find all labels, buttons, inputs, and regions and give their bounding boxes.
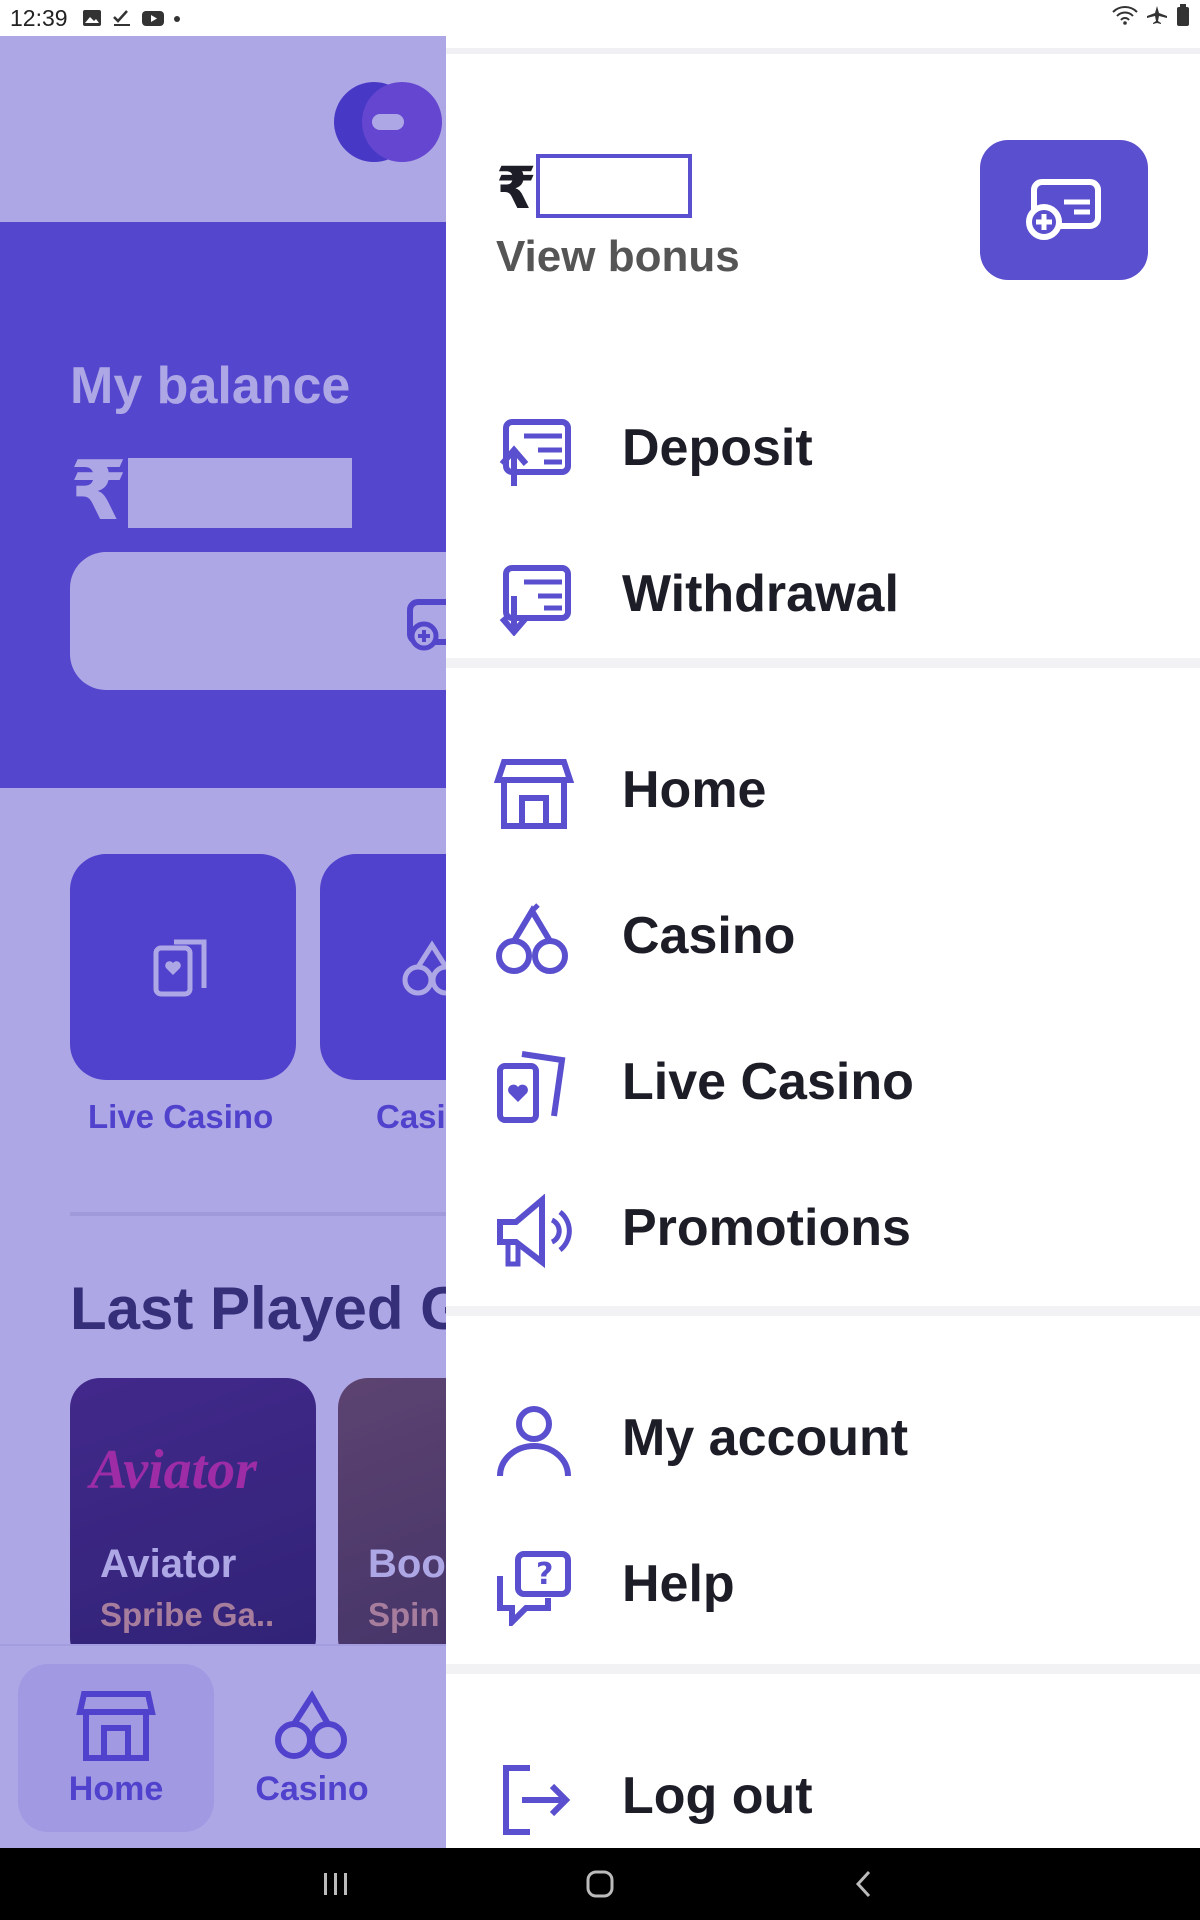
checkmark-icon [112, 8, 132, 28]
store-icon [494, 759, 574, 829]
menu-label-live-casino: Live Casino [622, 1053, 914, 1111]
deposit-icon [499, 419, 571, 486]
airplane-mode-icon [1146, 5, 1168, 31]
system-navigation-bar [0, 1848, 1200, 1920]
menu-label-log-out: Log out [622, 1767, 813, 1825]
menu-label-casino: Casino [622, 907, 796, 965]
menu-separator [446, 1664, 1200, 1674]
menu-home[interactable]: Home [446, 734, 1200, 854]
menu-live-casino[interactable]: Live Casino [446, 1026, 1200, 1146]
wifi-icon [1112, 5, 1138, 31]
recent-apps-icon[interactable] [306, 1862, 366, 1906]
withdrawal-icon [499, 565, 571, 636]
view-bonus-link[interactable]: View bonus [496, 232, 740, 282]
card-add-icon [1026, 179, 1101, 240]
back-icon[interactable] [834, 1862, 894, 1906]
menu-separator [446, 658, 1200, 668]
menu-label-help: Help [622, 1555, 735, 1613]
drawer-balance-amount-hidden [536, 154, 692, 218]
menu-separator [446, 1306, 1200, 1316]
navigation-drawer: ₹ View bonus Deposit Withdrawal Home Cas… [446, 36, 1200, 1848]
wallet-button[interactable] [980, 140, 1148, 280]
status-icons-right [1112, 4, 1190, 32]
drawer-currency-symbol: ₹ [496, 154, 537, 222]
menu-label-withdrawal: Withdrawal [622, 565, 899, 623]
svg-text:?: ? [536, 1557, 553, 1592]
dot-icon [172, 8, 192, 28]
cherries-icon [496, 903, 568, 974]
drawer-header: ₹ View bonus Deposit Withdrawal [446, 48, 1200, 658]
menu-casino[interactable]: Casino [446, 880, 1200, 1000]
help-chat-icon: ? [497, 1551, 571, 1626]
menu-label-promotions: Promotions [622, 1199, 911, 1257]
image-icon [82, 8, 102, 28]
menu-deposit[interactable]: Deposit [446, 392, 1200, 512]
menu-help[interactable]: ? Help [446, 1528, 1200, 1648]
menu-label-home: Home [622, 761, 767, 819]
youtube-icon [141, 8, 164, 28]
screen: 12:39 My balance ₹ Live Casino Casi Last… [0, 0, 1200, 1920]
logout-icon [503, 1765, 571, 1835]
menu-withdrawal[interactable]: Withdrawal [446, 538, 1200, 658]
status-bar: 12:39 [0, 0, 1200, 36]
megaphone-icon [497, 1194, 572, 1269]
menu-label-my-account: My account [622, 1409, 909, 1467]
menu-my-account[interactable]: My account [446, 1382, 1200, 1502]
status-time: 12:39 [10, 4, 68, 31]
menu-label-deposit: Deposit [622, 419, 813, 477]
user-icon [497, 1406, 571, 1477]
home-button-icon[interactable] [570, 1862, 630, 1906]
menu-log-out[interactable]: Log out [446, 1740, 1200, 1848]
battery-icon [1176, 4, 1190, 32]
playing-cards-icon [497, 1051, 566, 1123]
menu-promotions[interactable]: Promotions [446, 1172, 1200, 1292]
